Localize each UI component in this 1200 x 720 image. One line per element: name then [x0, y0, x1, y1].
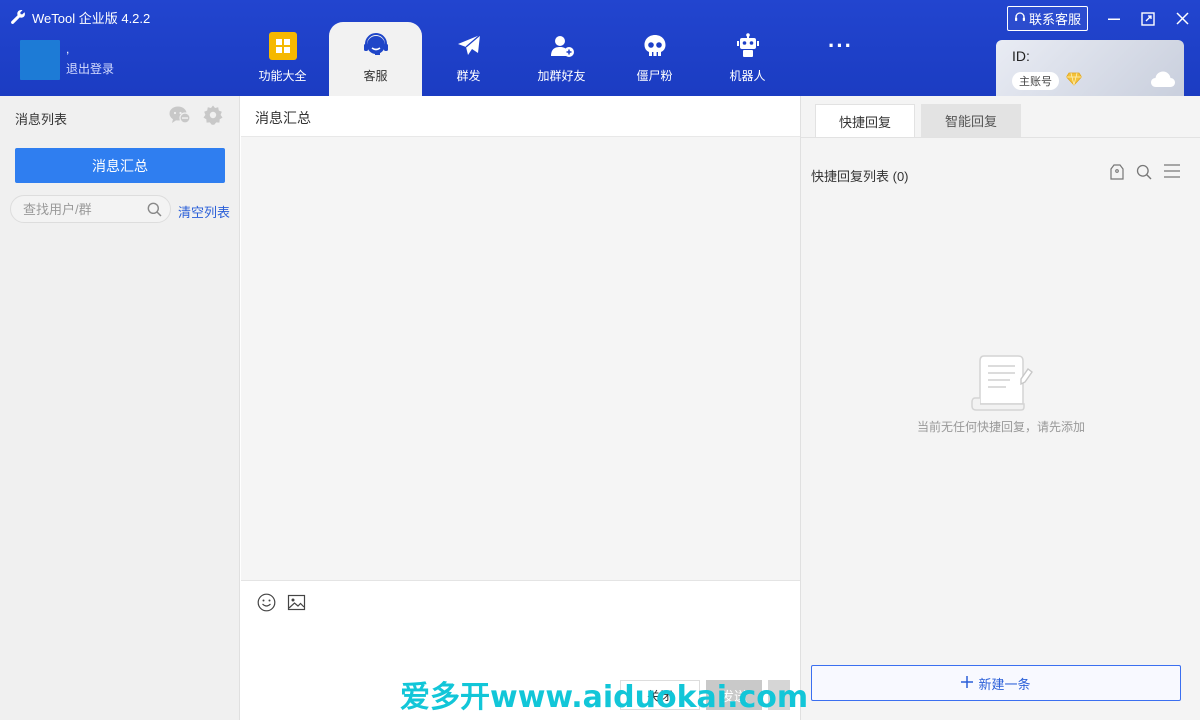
quick-reply-list-title: 快捷回复列表 (0): [811, 169, 909, 184]
nav-item-features[interactable]: 功能大全: [236, 22, 329, 96]
cloud-icon[interactable]: [1150, 70, 1176, 91]
quick-reply-panel: 快捷回复 智能回复 快捷回复列表 (0) 当前无任何快捷回复，请先添加 新建一条: [800, 96, 1200, 720]
search-user-group-box: [10, 195, 171, 223]
emoji-icon[interactable]: [257, 593, 276, 615]
contact-support-button[interactable]: 联系客服: [1006, 6, 1088, 31]
close-window-button[interactable]: [1174, 11, 1190, 27]
compose-area[interactable]: 关闭 发送: [241, 580, 800, 720]
diamond-icon: [1065, 72, 1083, 89]
user-info: , 退出登录: [66, 40, 114, 80]
nav-label: 加群好友: [537, 69, 586, 83]
message-list-tools: [169, 105, 223, 128]
nav-item-more[interactable]: ···: [794, 22, 887, 96]
message-area[interactable]: [241, 137, 800, 580]
grid-icon: [268, 32, 297, 60]
nav-label: 功能大全: [258, 69, 307, 83]
search-icon[interactable]: [1136, 164, 1152, 183]
image-icon[interactable]: [287, 593, 306, 615]
search-icon[interactable]: [147, 202, 162, 220]
new-quick-reply-button[interactable]: 新建一条: [811, 665, 1181, 701]
user-box: , 退出登录: [20, 40, 114, 80]
tab-divider: [801, 137, 1200, 138]
nav-label: 机器人: [729, 69, 766, 83]
plus-icon: [961, 675, 974, 691]
title-bar: WeTool 企业版 4.2.2: [10, 8, 150, 26]
logout-link[interactable]: 退出登录: [66, 60, 114, 77]
empty-document-icon: [801, 354, 1200, 412]
avatar[interactable]: [20, 40, 60, 80]
chat-title: 消息汇总: [255, 110, 311, 126]
app-window: WeTool 企业版 4.2.2 联系客服 , 退出登录 功能大全 客服 群发 …: [0, 0, 1200, 720]
nav-item-add-friends[interactable]: 加群好友: [515, 22, 608, 96]
message-list-panel: 消息列表 消息汇总 清空列表: [0, 96, 240, 720]
headset-icon: [362, 32, 390, 60]
chat-header: 消息汇总: [241, 96, 800, 137]
message-list-title: 消息列表: [15, 112, 68, 127]
nav-item-broadcast[interactable]: 群发: [422, 22, 515, 96]
paper-plane-icon: [455, 32, 483, 60]
add-user-icon: [548, 32, 576, 60]
app-title: WeTool 企业版 4.2.2: [32, 10, 151, 26]
nav-item-zombie-fans[interactable]: 僵尸粉: [608, 22, 701, 96]
header: WeTool 企业版 4.2.2 联系客服 , 退出登录 功能大全 客服 群发 …: [0, 0, 1200, 96]
settings-gear-icon[interactable]: [203, 105, 223, 128]
wechat-remove-icon[interactable]: [169, 105, 191, 128]
contact-support-label: 联系客服: [1028, 12, 1081, 27]
message-summary-button[interactable]: 消息汇总: [15, 148, 225, 183]
nav-item-customer-service[interactable]: 客服: [329, 22, 422, 96]
nav-label: 群发: [456, 69, 481, 83]
clear-list-link[interactable]: 清空列表: [178, 202, 230, 221]
chat-panel: 消息汇总 关闭 发送: [241, 96, 800, 720]
nav-label: 客服: [363, 69, 388, 83]
user-name: ,: [66, 42, 70, 56]
window-controls: 联系客服: [1006, 6, 1190, 31]
account-id-label: ID:: [1012, 48, 1030, 64]
main-nav: 功能大全 客服 群发 加群好友 僵尸粉 机器人 ···: [236, 22, 887, 96]
nav-label: 僵尸粉: [636, 69, 673, 83]
send-button[interactable]: 发送: [706, 680, 762, 710]
robot-icon: [734, 32, 762, 60]
close-chat-button[interactable]: 关闭: [620, 680, 700, 710]
tag-icon[interactable]: [1110, 164, 1124, 183]
headset-small-icon: [1014, 11, 1026, 26]
quick-reply-tools: [1110, 164, 1180, 183]
empty-state: 当前无任何快捷回复，请先添加: [801, 354, 1200, 435]
wrench-icon: [10, 9, 26, 25]
reply-tabs: 快捷回复 智能回复: [815, 104, 1021, 137]
send-options-button[interactable]: [768, 680, 790, 710]
tab-quick-reply[interactable]: 快捷回复: [815, 104, 915, 137]
search-user-group-input[interactable]: [23, 201, 143, 217]
send-row: 关闭 发送: [620, 680, 790, 710]
new-quick-reply-label: 新建一条: [978, 676, 1031, 692]
compose-toolbar: [257, 593, 306, 615]
maximize-button[interactable]: [1140, 11, 1156, 27]
nav-item-robot[interactable]: 机器人: [701, 22, 794, 96]
skull-icon: [641, 32, 669, 60]
empty-state-text: 当前无任何快捷回复，请先添加: [916, 420, 1085, 434]
account-card[interactable]: ID: 主账号: [996, 40, 1184, 96]
menu-icon[interactable]: [1164, 164, 1180, 183]
main-account-badge: 主账号: [1012, 72, 1059, 90]
minimize-button[interactable]: [1106, 11, 1122, 27]
tab-smart-reply[interactable]: 智能回复: [921, 104, 1021, 137]
more-icon: ···: [828, 33, 853, 58]
